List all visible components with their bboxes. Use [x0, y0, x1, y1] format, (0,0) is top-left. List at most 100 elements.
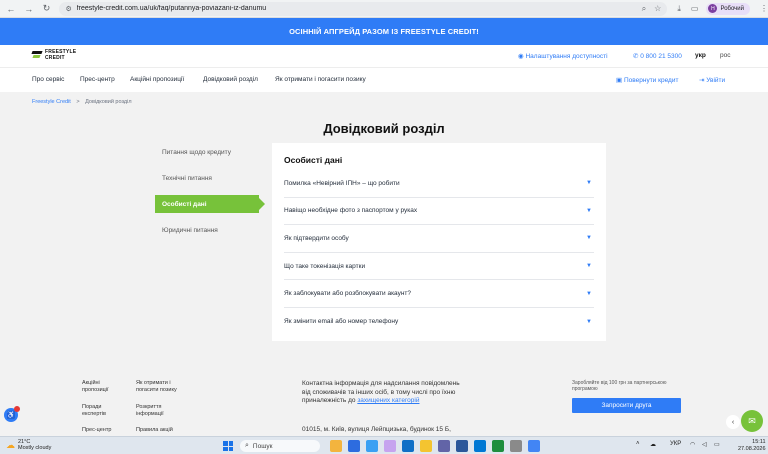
- carousel-prev-icon[interactable]: ‹: [726, 415, 740, 429]
- side-menu-personal-data[interactable]: Особисті дані: [155, 195, 265, 213]
- footer-link-promotions[interactable]: Акційні пропозиції: [82, 380, 122, 394]
- breadcrumb-current: Довідковий розділ: [85, 99, 132, 105]
- footer-link-expert-tips[interactable]: Поради експертів: [82, 404, 122, 418]
- windows-taskbar: ☁ 21°C Mostly cloudy ⌕ Пошук ˄ ☁ УКР ◠ ◁…: [0, 436, 768, 454]
- side-menu-credit-questions[interactable]: Питання щодо кредиту: [155, 143, 259, 161]
- tray-chevron-icon[interactable]: ˄: [636, 441, 640, 447]
- nav-help-section[interactable]: Довідковий розділ: [203, 76, 258, 83]
- breadcrumb-home[interactable]: Freestyle Credit: [32, 99, 71, 105]
- partner-program-text: Заробляйте від 100 грн за партнерською п…: [572, 380, 667, 392]
- volume-icon[interactable]: ◁: [702, 441, 707, 448]
- excel-app-icon[interactable]: [492, 440, 504, 452]
- chevron-down-icon: ▼: [586, 263, 592, 270]
- profile-label: Робочий: [720, 5, 744, 12]
- footer-address: 01015, м. Київ, вулиця Лейпцизька, будин…: [302, 426, 451, 433]
- accessibility-widget-icon[interactable]: ♿: [4, 406, 20, 422]
- chat-icon[interactable]: ✉: [741, 410, 763, 432]
- settings-app-icon[interactable]: [510, 440, 522, 452]
- lang-russian[interactable]: рос: [720, 52, 730, 59]
- footer-link-disclosure[interactable]: Розкриття інформації: [136, 404, 188, 418]
- nav-how-to-get-loan[interactable]: Як отримати і погасити позику: [275, 76, 366, 83]
- avatar: Н: [708, 4, 718, 13]
- site-info-icon[interactable]: ⚙: [65, 5, 71, 13]
- bookmark-star-icon[interactable]: ☆: [654, 4, 661, 13]
- chevron-down-icon: ▼: [586, 180, 592, 187]
- phone-icon: ✆: [633, 53, 639, 60]
- nav-promotions[interactable]: Акційні пропозиції: [130, 76, 184, 83]
- side-menu-legal[interactable]: Юридичні питання: [155, 221, 259, 239]
- copilot-app-icon[interactable]: [384, 440, 396, 452]
- weather-status: Mostly cloudy: [18, 445, 52, 451]
- outlook-app-icon[interactable]: [474, 440, 486, 452]
- faq-item[interactable]: Як змінити email або номер телефону ▼: [284, 308, 594, 336]
- weather-widget[interactable]: ☁ 21°C Mostly cloudy: [6, 439, 51, 451]
- faq-title: Особисті дані: [284, 155, 343, 165]
- nav-about[interactable]: Про сервіс: [32, 76, 64, 83]
- menu-icon[interactable]: ⋮: [760, 4, 768, 13]
- search-icon: ⌕: [245, 442, 249, 449]
- faq-item[interactable]: Як підтвердити особу ▼: [284, 225, 594, 253]
- lang-ukrainian[interactable]: укр: [695, 52, 706, 59]
- protected-categories-link[interactable]: захищених категорій: [357, 397, 419, 404]
- taskbar-clock[interactable]: 15:11 27.08.2026: [738, 439, 766, 453]
- wifi-icon[interactable]: ◠: [690, 441, 695, 448]
- onedrive-icon[interactable]: ☁: [650, 441, 656, 448]
- login-link[interactable]: ⇥ Увійти: [699, 76, 725, 84]
- faq-item[interactable]: Помилка «Невірний ІПН» – що робити ▼: [284, 170, 594, 198]
- invite-friend-button[interactable]: Запросити друга: [572, 398, 681, 413]
- edge-app-icon[interactable]: [402, 440, 414, 452]
- messenger-app-icon[interactable]: [366, 440, 378, 452]
- nav-press-center[interactable]: Прес-центр: [80, 76, 115, 83]
- faq-item[interactable]: Що таке токенізація картки ▼: [284, 253, 594, 281]
- breadcrumb: Freestyle Credit > Довідковий розділ: [32, 99, 132, 105]
- chevron-down-icon: ▼: [586, 235, 592, 242]
- logo[interactable]: FREESTYLE CREDIT: [31, 49, 76, 61]
- breadcrumb-separator: >: [76, 99, 80, 105]
- reload-icon[interactable]: ↻: [40, 2, 54, 16]
- zoom-icon[interactable]: ⌕: [642, 4, 646, 14]
- accessibility-settings-link[interactable]: ◉ Налаштування доступності: [518, 52, 608, 60]
- side-menu-technical[interactable]: Технічні питання: [155, 169, 259, 187]
- windows-start-icon[interactable]: [223, 441, 233, 451]
- chrome-app-icon[interactable]: [528, 440, 540, 452]
- battery-icon[interactable]: ▭: [714, 441, 720, 448]
- return-credit-link[interactable]: ▣ Повернути кредит: [616, 76, 678, 84]
- faq-item[interactable]: Як заблокувати або розблокувати акаунт? ▼: [284, 280, 594, 308]
- footer-link-press[interactable]: Прес-центр: [82, 427, 122, 434]
- chevron-down-icon: ▼: [586, 290, 592, 297]
- download-icon[interactable]: ⤓: [677, 4, 681, 14]
- login-icon: ⇥: [699, 77, 705, 84]
- keyboard-language[interactable]: УКР: [670, 441, 681, 447]
- logo-line2: CREDIT: [45, 54, 65, 61]
- phone-link[interactable]: ✆ 0 800 21 5300: [633, 52, 682, 60]
- wallet-icon: ▣: [616, 77, 623, 84]
- main-navigation: Про сервіс Прес-центр Акційні пропозиції…: [0, 67, 768, 92]
- eye-icon: ◉: [518, 53, 524, 60]
- site-footer: Акційні пропозиції Поради експертів Прес…: [0, 366, 768, 436]
- faq-panel: Особисті дані Помилка «Невірний ІПН» – щ…: [272, 143, 606, 341]
- window-icon[interactable]: ▭: [691, 4, 699, 13]
- chevron-down-icon: ▼: [586, 318, 592, 325]
- footer-link-how-to-loan[interactable]: Як отримати і погасити позику: [136, 380, 188, 394]
- word-app-icon[interactable]: [456, 440, 468, 452]
- logo-mark-icon: [31, 50, 43, 61]
- browser-toolbar: ← → ↻ ⚙ freestyle-credit.com.ua/uk/faq/p…: [0, 0, 768, 18]
- chevron-down-icon: ▼: [586, 207, 592, 214]
- promo-banner[interactable]: ОСІННІЙ АПГРЕЙД РАЗОМ ІЗ FREESTYLE CREDI…: [0, 18, 768, 45]
- cloud-sun-icon: ☁: [6, 439, 15, 450]
- profile-button[interactable]: Н Робочий: [706, 2, 750, 15]
- task-view-icon[interactable]: [348, 440, 360, 452]
- teams-app-icon[interactable]: [438, 440, 450, 452]
- footer-contact-info: Контактна інформація для надсилання пові…: [302, 380, 460, 404]
- url-text[interactable]: freestyle-credit.com.ua/uk/faq/putannya-…: [77, 5, 634, 12]
- file-explorer-icon[interactable]: [420, 440, 432, 452]
- back-icon[interactable]: ←: [4, 2, 18, 16]
- widgets-app-icon[interactable]: [330, 440, 342, 452]
- address-bar[interactable]: ⚙ freestyle-credit.com.ua/uk/faq/putanny…: [59, 1, 668, 16]
- taskbar-search[interactable]: ⌕ Пошук: [240, 440, 320, 452]
- faq-item[interactable]: Навіщо необхідне фото з паспортом у рука…: [284, 198, 594, 226]
- forward-icon[interactable]: →: [22, 2, 36, 16]
- page-title: Довідковий розділ: [323, 121, 445, 136]
- footer-link-promo-rules[interactable]: Правила акцій: [136, 427, 188, 434]
- site-header: FREESTYLE CREDIT ◉ Налаштування доступно…: [0, 45, 768, 67]
